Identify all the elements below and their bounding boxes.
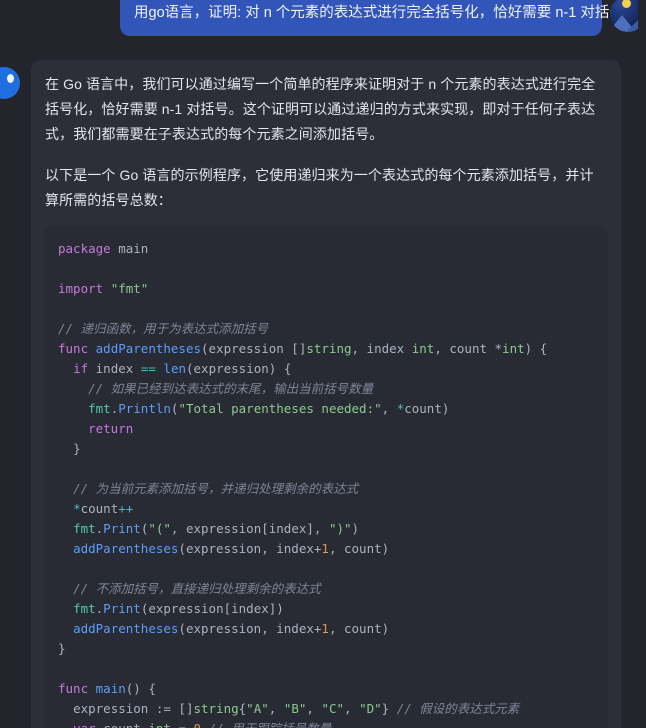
assistant-message-row: 在 Go 语言中，我们可以通过编写一个简单的程序来证明对于 n 个元素的表达式进… <box>0 60 646 728</box>
chat-window: 用go语言，证明: 对 n 个元素的表达式进行完全括号化，恰好需要 n-1 对括… <box>0 0 646 728</box>
assistant-message-bubble: 在 Go 语言中，我们可以通过编写一个简单的程序来证明对于 n 个元素的表达式进… <box>31 60 621 728</box>
avatar-highlight <box>7 74 14 83</box>
user-message-bubble[interactable]: 用go语言，证明: 对 n 个元素的表达式进行完全括号化，恰好需要 n-1 对括… <box>120 0 638 36</box>
assistant-paragraph-1: 在 Go 语言中，我们可以通过编写一个简单的程序来证明对于 n 个元素的表达式进… <box>45 76 596 142</box>
assistant-bot-avatar[interactable] <box>0 67 20 99</box>
code-block[interactable]: package main import "fmt" // 递归函数，用于为表达式… <box>44 227 608 728</box>
scrollbar-gutter[interactable] <box>638 0 646 728</box>
assistant-paragraph-2: 以下是一个 Go 语言的示例程序，它使用递归来为一个表达式的每个元素添加括号，并… <box>45 167 594 208</box>
user-message-row: 用go语言，证明: 对 n 个元素的表达式进行完全括号化，恰好需要 n-1 对括… <box>0 0 646 48</box>
code-content[interactable]: package main import "fmt" // 递归函数，用于为表达式… <box>44 239 608 728</box>
